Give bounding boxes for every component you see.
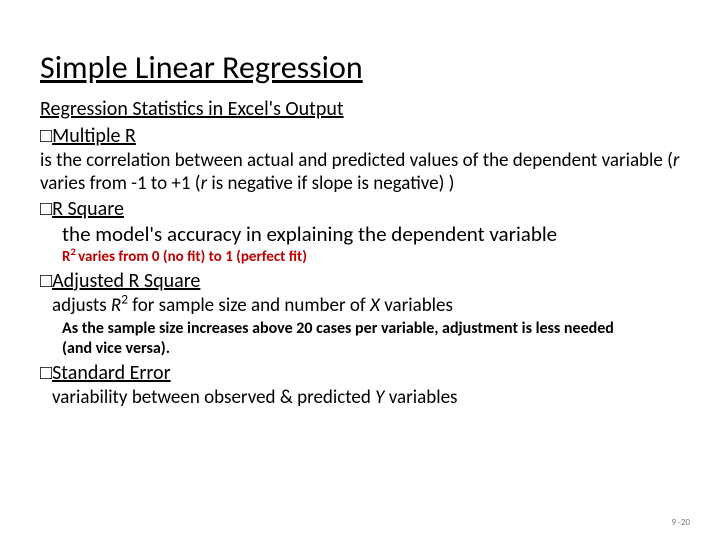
section-label: Regression Statistics in Excel's Output: [40, 97, 680, 122]
std-error-desc: variability between observed & predicted…: [52, 386, 680, 409]
slide-title: Simple Linear Regression: [40, 50, 680, 87]
bullet-adj-r-square: □Adjusted R Square: [40, 269, 680, 294]
square-icon: □: [40, 269, 52, 294]
bullet-label: Standard Error: [52, 361, 170, 385]
bullet-label: Multiple R: [52, 124, 136, 148]
adj-r-note: As the sample size increases above 20 ca…: [62, 319, 680, 359]
square-icon: □: [40, 361, 52, 386]
page-number: 9 -20: [672, 517, 690, 528]
bullet-label: R Square: [52, 197, 124, 221]
multiple-r-desc: is the correlation between actual and pr…: [40, 149, 680, 195]
adj-r-desc: adjusts R2 for sample size and number of…: [52, 294, 680, 317]
r-square-note: R2 varies from 0 (no fit) to 1 (perfect …: [62, 248, 680, 267]
slide: Simple Linear Regression Regression Stat…: [0, 0, 720, 540]
bullet-label: Adjusted R Square: [52, 269, 200, 293]
r-square-desc: the model's accuracy in explaining the d…: [62, 222, 680, 248]
bullet-multiple-r: □Multiple R: [40, 124, 680, 149]
bullet-r-square: □R Square: [40, 197, 680, 222]
square-icon: □: [40, 197, 52, 222]
bullet-std-error: □Standard Error: [40, 361, 680, 386]
square-icon: □: [40, 124, 52, 149]
